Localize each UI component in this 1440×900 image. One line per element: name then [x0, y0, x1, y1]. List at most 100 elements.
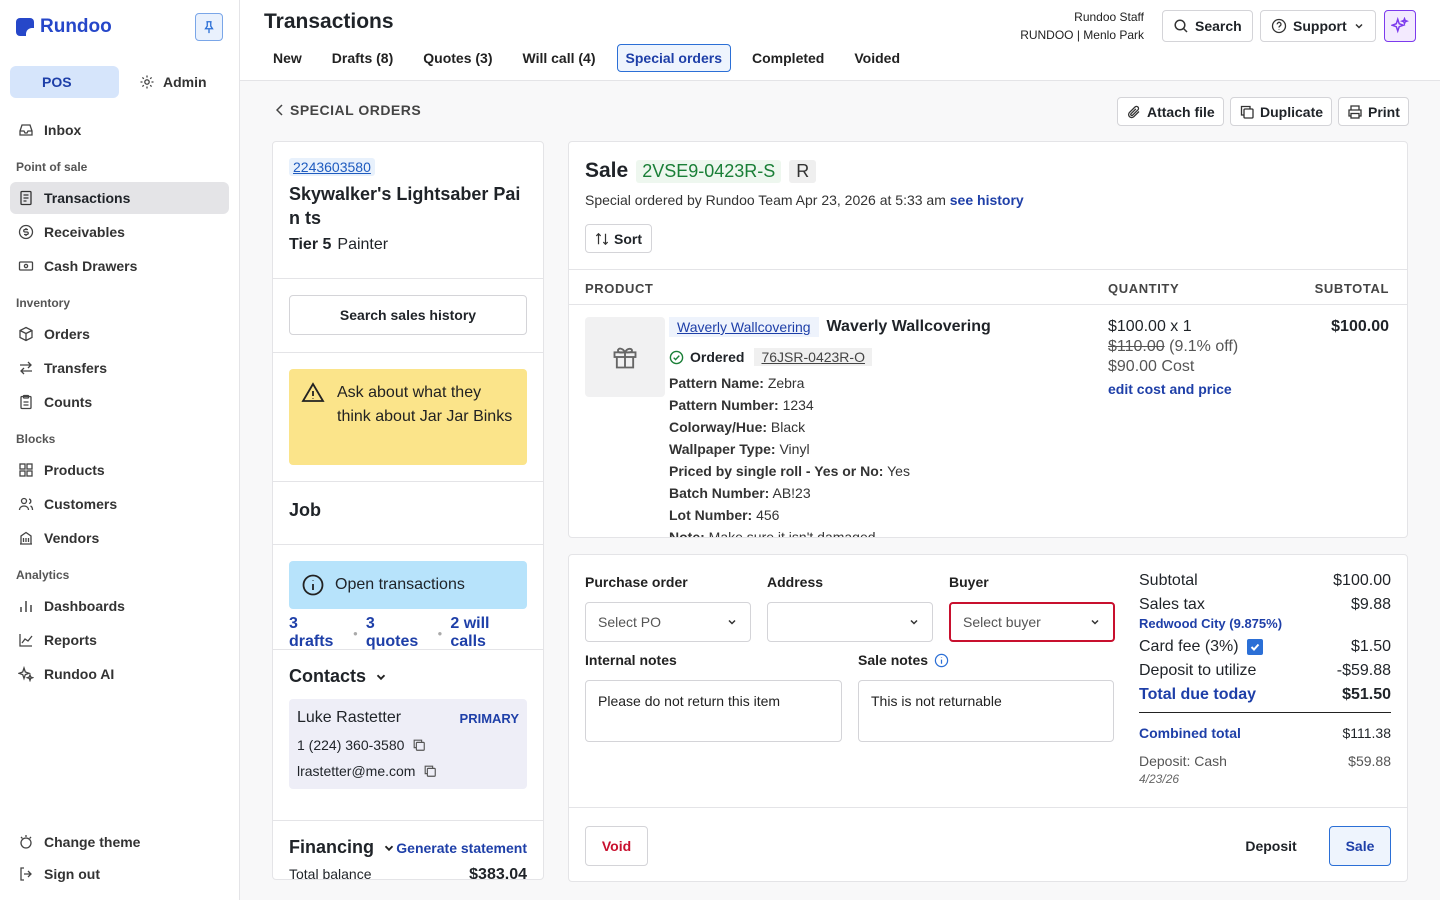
deposit-utilize-value: -$59.88	[1336, 662, 1391, 679]
contacts-toggle[interactable]: Contacts	[289, 666, 527, 687]
info-icon[interactable]	[934, 653, 949, 668]
sidebar-item-dashboards[interactable]: Dashboards	[10, 590, 229, 622]
sidebar-item-transactions[interactable]: Transactions	[10, 182, 229, 214]
sidebar-item-vendors[interactable]: Vendors	[10, 522, 229, 554]
discount: (9.1% off)	[1169, 338, 1239, 355]
internal-notes-input[interactable]: Please do not return this item	[585, 680, 842, 742]
tab-will-call[interactable]: Will call (4)	[514, 44, 605, 72]
address-select[interactable]	[767, 602, 933, 642]
sidebar-item-sign-out[interactable]: Sign out	[10, 858, 229, 890]
top-header: Transactions New Drafts (8) Quotes (3) W…	[240, 0, 1440, 81]
vendor-link[interactable]: Waverly Wallcovering	[669, 317, 819, 337]
deposit-label: Deposit: Cash	[1139, 753, 1227, 769]
tab-new[interactable]: New	[264, 44, 311, 72]
duplicate-button[interactable]: Duplicate	[1230, 97, 1333, 126]
sidebar-item-reports[interactable]: Reports	[10, 624, 229, 656]
financing-heading: Financing	[289, 837, 374, 857]
sidebar-item-label: Vendors	[44, 530, 100, 546]
po-select[interactable]: Select PO	[585, 602, 751, 642]
sidebar-item-inbox[interactable]: Inbox	[10, 114, 229, 146]
summary-combined: Combined total $111.38	[1139, 725, 1391, 741]
sale-notes-input[interactable]: This is not returnable	[858, 680, 1114, 742]
sale-number[interactable]: 2VSE9-0423R-S	[636, 159, 782, 183]
sidebar-item-receivables[interactable]: Receivables	[10, 216, 229, 248]
theme-icon	[20, 835, 32, 849]
search-button[interactable]: Search	[1162, 10, 1253, 42]
financing-toggle[interactable]: Financing	[289, 837, 396, 858]
tab-special-orders[interactable]: Special orders	[616, 44, 732, 72]
mode-tab-pos[interactable]: POS	[10, 66, 119, 98]
subtotal-label: Subtotal	[1139, 572, 1198, 589]
order-ref-link[interactable]: 76JSR-0423R-O	[754, 348, 872, 366]
total-due-value: $51.50	[1342, 686, 1391, 703]
support-button[interactable]: Support	[1260, 10, 1376, 42]
tab-voided[interactable]: Voided	[845, 44, 909, 72]
print-button[interactable]: Print	[1338, 97, 1409, 126]
mode-tab-admin[interactable]: Admin	[119, 66, 219, 98]
rundoo-logo[interactable]: Rundoo	[16, 16, 112, 38]
copy-icon[interactable]	[423, 764, 437, 778]
see-history-link[interactable]: see history	[950, 192, 1024, 208]
tab-completed[interactable]: Completed	[743, 44, 833, 72]
ai-assistant-button[interactable]	[1384, 10, 1416, 42]
attribute-value: Vinyl	[779, 441, 810, 457]
info-icon	[302, 574, 324, 596]
deposit-button[interactable]: Deposit	[1229, 826, 1313, 866]
sidebar-item-cash-drawers[interactable]: Cash Drawers	[10, 250, 229, 282]
back-label: SPECIAL ORDERS	[290, 102, 422, 118]
combined-total-value: $111.38	[1342, 725, 1391, 741]
sidebar-item-products[interactable]: Products	[10, 454, 229, 486]
search-label: Search	[1195, 18, 1242, 34]
tab-drafts[interactable]: Drafts (8)	[323, 44, 402, 72]
search-sales-history-button[interactable]: Search sales history	[289, 295, 527, 335]
drafts-link[interactable]: 3 drafts	[289, 615, 345, 651]
job-heading[interactable]: Job	[289, 500, 527, 521]
deposit-value: $59.88	[1348, 753, 1391, 769]
copy-icon	[1240, 105, 1254, 119]
sidebar-item-label: Rundoo AI	[44, 666, 115, 682]
support-label: Support	[1293, 18, 1347, 34]
sidebar-item-transfers[interactable]: Transfers	[10, 352, 229, 384]
edit-cost-price-link[interactable]: edit cost and price	[1108, 379, 1238, 399]
sidebar-item-rundoo-ai[interactable]: Rundoo AI	[10, 658, 229, 690]
tax-region-link[interactable]: Redwood City (9.875%)	[1139, 616, 1282, 631]
will-calls-link[interactable]: 2 will calls	[450, 615, 527, 651]
sidebar-item-change-theme[interactable]: Change theme	[10, 826, 229, 858]
mode-tab-label: Admin	[163, 74, 207, 90]
back-to-special-orders[interactable]: SPECIAL ORDERS	[276, 102, 421, 118]
buyer-select[interactable]: Select buyer	[949, 602, 1115, 642]
attach-file-button[interactable]: Attach file	[1117, 97, 1224, 126]
chevron-down-icon	[384, 845, 394, 851]
tab-quotes[interactable]: Quotes (3)	[414, 44, 501, 72]
staff-info[interactable]: Rundoo Staff RUNDOO | Menlo Park	[1020, 8, 1144, 44]
pin-sidebar-button[interactable]	[195, 13, 223, 41]
quotes-link[interactable]: 3 quotes	[366, 615, 430, 651]
sidebar-item-label: Dashboards	[44, 598, 125, 614]
copy-icon[interactable]	[412, 738, 426, 752]
item-attribute: Priced by single roll - Yes or No: Yes	[669, 460, 910, 482]
tax-value: $9.88	[1350, 596, 1391, 613]
sidebar-item-counts[interactable]: Counts	[10, 386, 229, 418]
product-thumbnail[interactable]	[585, 317, 665, 397]
check-icon	[1250, 643, 1259, 651]
section-label: Blocks	[16, 432, 56, 446]
duplicate-label: Duplicate	[1260, 103, 1324, 120]
combined-total-label: Combined total	[1139, 725, 1241, 741]
line-chart-icon	[19, 634, 33, 647]
summary-tax: Sales tax $9.88	[1139, 596, 1391, 614]
sale-button[interactable]: Sale	[1329, 826, 1391, 866]
generate-statement-link[interactable]: Generate statement	[396, 840, 527, 856]
tax-label: Sales tax	[1139, 596, 1205, 613]
customer-id-link[interactable]: 2243603580	[289, 158, 375, 176]
sort-button[interactable]: Sort	[585, 224, 652, 253]
sidebar-item-customers[interactable]: Customers	[10, 488, 229, 520]
sidebar-item-orders[interactable]: Orders	[10, 318, 229, 350]
chevron-down-icon	[910, 619, 918, 625]
attribute-name: Lot Number:	[669, 507, 753, 523]
attribute-value: Zebra	[767, 375, 805, 391]
void-button[interactable]: Void	[585, 826, 648, 866]
item-attribute: Note: Make sure it isn't damaged	[669, 526, 910, 537]
original-price: $110.00	[1108, 338, 1165, 355]
card-fee-checkbox[interactable]	[1246, 639, 1263, 655]
customer-tier: Tier 5 Painter	[289, 236, 527, 254]
